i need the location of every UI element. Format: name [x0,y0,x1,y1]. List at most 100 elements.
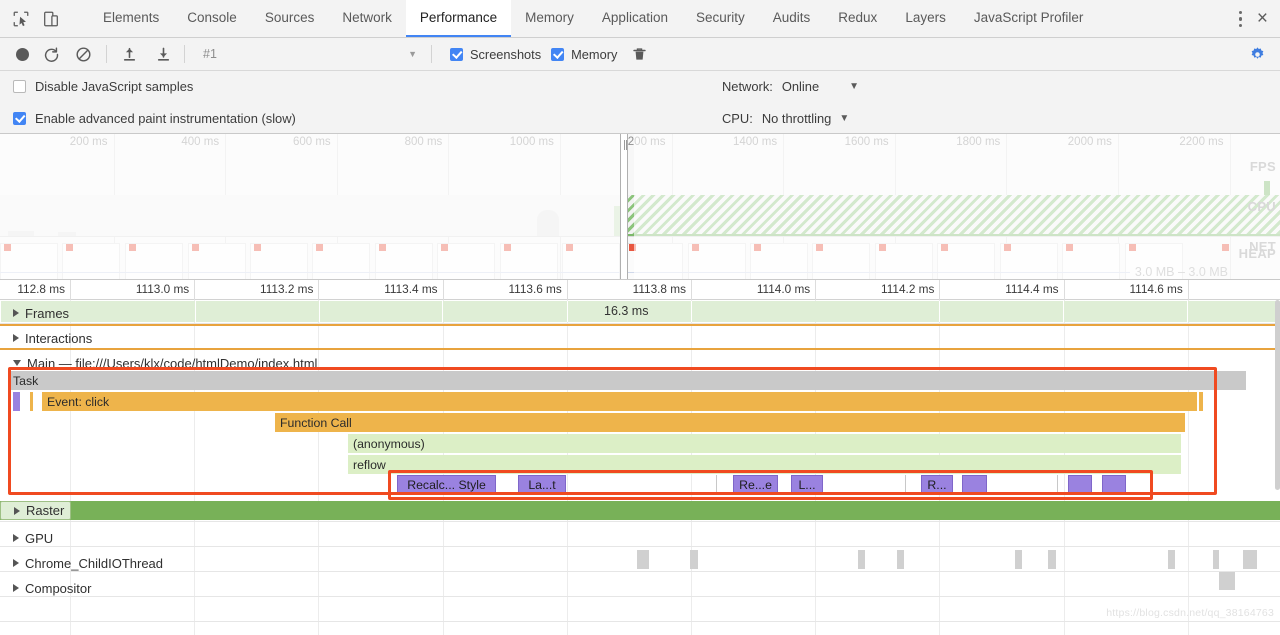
memory-checkbox[interactable]: Memory [551,47,617,62]
clear-glyph [76,46,91,62]
compositor-block[interactable] [1219,572,1235,590]
detail-tick-label: 111 [1192,282,1280,296]
flame-bar-label: La...t [528,477,556,492]
panel-tabs: Elements Console Sources Network Perform… [89,0,1210,37]
tab-label: Network [342,10,392,25]
io-thread-block[interactable] [1213,550,1219,569]
io-thread-block[interactable] [1048,550,1056,569]
trash-icon[interactable] [631,46,648,63]
tab-elements[interactable]: Elements [89,0,173,37]
save-profile-icon[interactable] [155,46,172,63]
track-label: GPU [25,530,54,546]
track-header-raster[interactable]: Raster [0,501,72,520]
tab-redux[interactable]: Redux [824,0,891,37]
track-header-interactions[interactable]: Interactions [0,326,92,350]
capture-settings-icon[interactable] [1249,46,1266,63]
reload-and-record-icon[interactable] [43,46,60,63]
chevron-down-icon: ▼ [408,49,417,59]
toolbar-divider-2 [184,45,185,63]
timeline-detail-ruler: 112.8 ms 1113.0 ms 1113.2 ms 1113.4 ms 1113.… [0,280,1280,300]
flame-chart-scrollbar[interactable] [1275,300,1280,635]
clear-icon[interactable] [75,46,92,63]
flame-bar-purple[interactable]: Re...e [733,475,778,494]
track-label: Interactions [25,330,93,346]
track-header-frames[interactable]: Frames [0,301,69,325]
close-icon[interactable]: × [1257,9,1268,28]
overview-right-dim[interactable] [634,134,1280,279]
flame-bar-purple[interactable] [1068,475,1092,494]
detail-tick [691,280,692,300]
record-icon[interactable] [16,47,29,61]
tab-performance[interactable]: Performance [405,0,512,37]
overview-left-dim[interactable] [0,134,620,279]
flame-bar-event-click[interactable]: Event: click [42,392,1197,411]
tab-network[interactable]: Network [328,0,406,37]
screenshots-checkbox[interactable]: Screenshots [450,47,541,62]
track-label: Compositor [25,580,92,596]
flame-bar-function-call[interactable]: Function Call [275,413,1185,432]
chevron-down-icon: ▼ [839,112,850,124]
tab-console[interactable]: Console [173,0,251,37]
devtools-tabbar: Elements Console Sources Network Perform… [0,0,1280,38]
tab-label: Audits [772,10,811,25]
upload-arrow-glyph [123,47,136,61]
tab-security[interactable]: Security [682,0,759,37]
io-thread-block[interactable] [858,550,865,569]
detail-tick [70,280,71,300]
raster-track-band [0,501,1280,520]
advanced-paint-checkbox[interactable]: Enable advanced paint instrumentation (s… [13,102,296,134]
track-header-main[interactable]: Main — file:///Users/klx/code/htmlDemo/i… [0,351,317,375]
device-toolbar-icon[interactable] [42,10,60,28]
inspect-element-glyph [13,11,29,26]
detail-tick [815,280,817,300]
disable-js-samples-checkbox[interactable]: Disable JavaScript samples [13,71,296,102]
flame-bar-purple[interactable]: L... [791,475,823,494]
tab-layers[interactable]: Layers [891,0,960,37]
tab-application[interactable]: Application [588,0,682,37]
interactions-divider [0,324,1280,326]
network-throttling-select[interactable]: Online ▼ [782,79,859,94]
network-label: Network: [722,79,773,94]
track-header-gpu[interactable]: GPU [0,526,53,550]
io-thread-block[interactable] [690,550,698,569]
more-options-icon[interactable] [1238,10,1243,28]
inspect-element-icon[interactable] [12,10,30,28]
io-thread-block[interactable] [897,550,904,569]
detail-tick [318,280,320,300]
tab-javascript-profiler[interactable]: JavaScript Profiler [960,0,1098,37]
flame-bar-purple[interactable]: La...t [518,475,566,494]
flame-bar-purple[interactable]: Recalc... Style [397,475,496,494]
chevron-down-icon [13,360,21,366]
track-header-child-io-thread[interactable]: Chrome_ChildIOThread [0,551,163,575]
interactions-divider-bottom [0,348,1280,350]
tab-label: JavaScript Profiler [973,10,1084,25]
io-thread-block[interactable] [1243,550,1257,569]
track-header-compositor[interactable]: Compositor [0,576,91,600]
flame-bar-anonymous[interactable]: (anonymous) [348,434,1181,453]
device-toolbar-glyph [44,11,58,26]
tab-audits[interactable]: Audits [759,0,825,37]
session-select[interactable]: #1 ▼ [193,47,423,61]
io-thread-block[interactable] [1168,550,1175,569]
timeline-overview[interactable]: 200 ms400 ms600 ms800 ms1000 ms1200 ms14… [0,134,1280,280]
flame-bar-purple[interactable] [1102,475,1126,494]
flame-chart[interactable]: Frames 16.3 ms Interactions Main — file:… [0,300,1280,635]
overview-window-left-handle[interactable] [620,134,628,279]
tab-sources[interactable]: Sources [251,0,329,37]
flame-bar-reflow[interactable]: reflow [348,455,1181,474]
io-thread-block[interactable] [1015,550,1022,569]
flame-bar-purple[interactable] [962,475,987,494]
detail-tick-label: 112.8 ms [17,282,65,296]
tab-memory[interactable]: Memory [511,0,588,37]
toolbar-divider-3 [431,45,432,63]
tab-label: Sources [264,10,315,25]
detail-tick-label: 1113.6 ms [508,282,562,296]
io-thread-block[interactable] [637,550,649,569]
flame-bar-label: L... [798,477,816,492]
session-value: #1 [203,47,217,61]
load-profile-icon[interactable] [121,46,138,63]
flame-bar-label: Event: click [47,394,110,409]
detail-tick [939,280,941,300]
cpu-throttling-select[interactable]: No throttling ▼ [762,111,849,126]
flame-bar-purple[interactable]: R... [921,475,953,494]
